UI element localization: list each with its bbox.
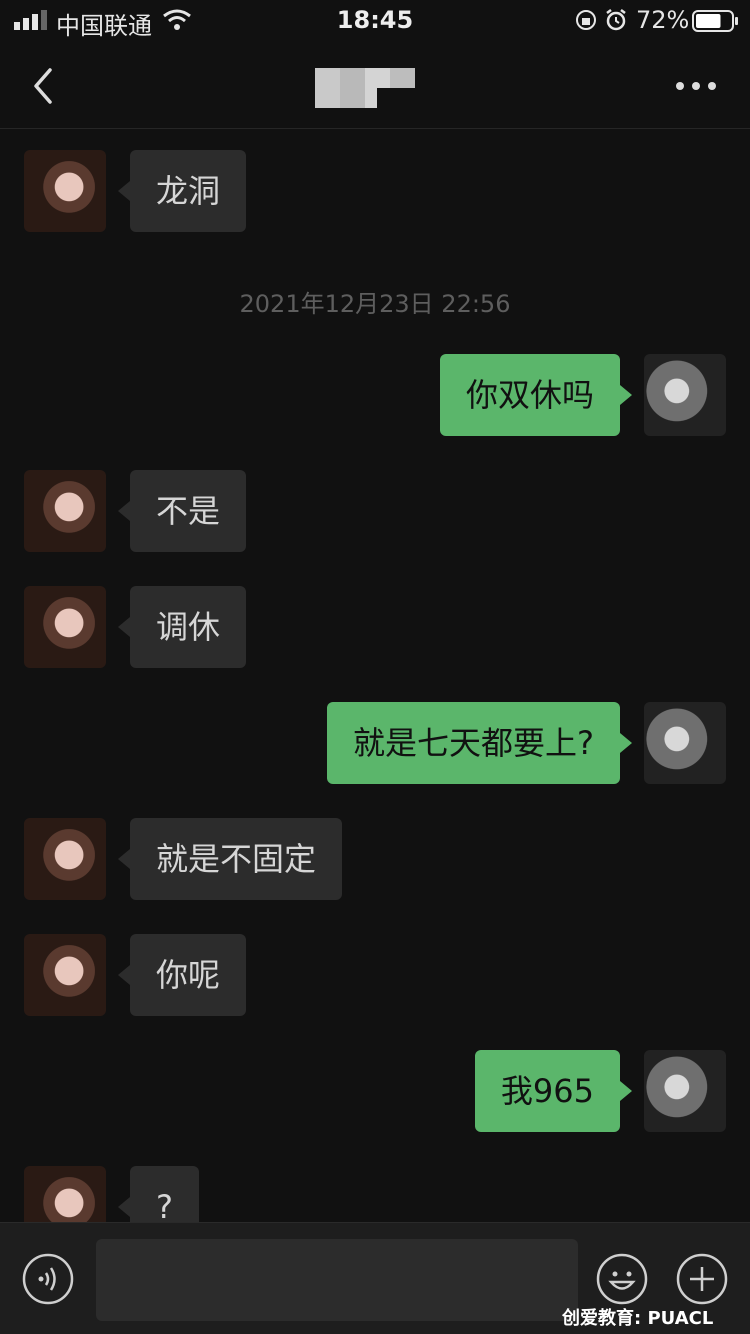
message-bubble[interactable]: 就是七天都要上? xyxy=(327,702,620,784)
message-bubble[interactable]: 你呢 xyxy=(130,934,247,1016)
emoji-icon[interactable] xyxy=(596,1253,648,1305)
message-bubble[interactable]: ? xyxy=(130,1166,199,1222)
bubble-tail xyxy=(620,733,632,753)
message-bubble[interactable]: 你双休吗 xyxy=(439,354,620,436)
message-outgoing: 我965 xyxy=(0,1050,750,1132)
bubble-tail xyxy=(118,501,130,521)
contact-name-redacted xyxy=(315,68,415,108)
message-incoming: 调休 xyxy=(0,586,750,668)
avatar[interactable] xyxy=(644,354,726,436)
plus-icon[interactable] xyxy=(676,1253,728,1305)
avatar[interactable] xyxy=(24,1166,106,1222)
voice-icon[interactable] xyxy=(22,1253,74,1305)
chat-screen: 中国联通 18:45 72% 龙洞 2021年12月23日 22:56 你双休吗… xyxy=(0,0,750,1334)
avatar[interactable] xyxy=(24,818,106,900)
avatar[interactable] xyxy=(644,1050,726,1132)
message-bubble[interactable]: 调休 xyxy=(130,586,247,668)
avatar[interactable] xyxy=(24,150,106,232)
alarm-icon xyxy=(606,9,626,31)
message-bubble[interactable]: 龙洞 xyxy=(130,150,247,232)
bubble-tail xyxy=(118,181,130,201)
message-bubble[interactable]: 我965 xyxy=(474,1050,620,1132)
message-incoming: 不是 xyxy=(0,470,750,552)
message-input[interactable] xyxy=(96,1239,578,1321)
bubble-tail xyxy=(620,385,632,405)
bubble-tail xyxy=(620,1081,632,1101)
message-incoming: 你呢 xyxy=(0,934,750,1016)
nav-bar xyxy=(0,44,750,129)
chat-timestamp: 2021年12月23日 22:56 xyxy=(239,290,511,318)
avatar[interactable] xyxy=(24,934,106,1016)
message-bubble[interactable]: 不是 xyxy=(130,470,247,552)
battery-icon xyxy=(692,10,738,32)
rotation-lock-icon xyxy=(576,10,596,30)
avatar[interactable] xyxy=(644,702,726,784)
message-outgoing: 你双休吗 xyxy=(0,354,750,436)
avatar[interactable] xyxy=(24,586,106,668)
message-incoming: ? xyxy=(0,1166,750,1222)
bubble-tail xyxy=(118,965,130,985)
watermark: 创爱教育: PUACL xyxy=(562,1308,714,1329)
battery-percent: 72% xyxy=(636,6,690,34)
bubble-tail xyxy=(118,849,130,869)
bubble-tail xyxy=(118,1197,130,1217)
avatar[interactable] xyxy=(24,470,106,552)
bubble-tail xyxy=(118,617,130,637)
message-outgoing: 就是七天都要上? xyxy=(0,702,750,784)
message-incoming: 龙洞 xyxy=(0,150,750,232)
message-incoming: 就是不固定 xyxy=(0,818,750,900)
message-bubble[interactable]: 就是不固定 xyxy=(130,818,343,900)
chevron-left-icon[interactable] xyxy=(24,64,64,108)
status-bar: 中国联通 18:45 72% xyxy=(0,0,750,44)
more-dots-icon[interactable] xyxy=(668,66,724,106)
